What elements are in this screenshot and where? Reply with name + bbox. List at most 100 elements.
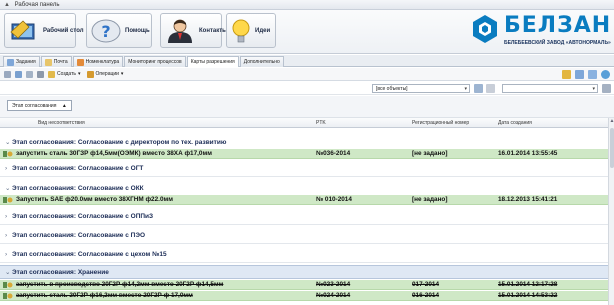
svg-text:?: ? (101, 22, 110, 41)
create-button[interactable]: Создать ▾ (48, 70, 81, 78)
column-header-nonconformity[interactable]: Вид несоответствия (38, 120, 85, 126)
tab-permission-cards[interactable]: Карты разрешения (186, 56, 239, 67)
desktop-icon (9, 18, 39, 44)
vertical-scrollbar[interactable]: ▲ (608, 118, 614, 305)
tab-nomenclature[interactable]: Номенклатура (72, 56, 124, 67)
scroll-up-icon[interactable]: ▲ (609, 118, 614, 125)
contacts-button-label: Контакты (199, 27, 228, 34)
row-regnum: 016-2014 (412, 292, 440, 299)
chevron-down-icon: ▾ (78, 71, 81, 77)
nomenclature-icon (76, 58, 84, 66)
grouping-panel: Этап согласования ▲ (0, 96, 614, 118)
help-button[interactable]: ? Помощь (86, 13, 152, 48)
group-title: Этап согласования: Согласование с директ… (12, 139, 227, 146)
tab-label: Почта (53, 58, 68, 65)
operations-button[interactable]: Операции ▾ (86, 70, 123, 78)
objects-filter-select[interactable]: [все объекты] ▾ (372, 84, 470, 93)
group-by-label: Этап согласования (12, 103, 57, 109)
grid-view-icon[interactable] (26, 70, 33, 78)
column-header-ptk[interactable]: PTK (316, 120, 326, 126)
table-row[interactable]: запустить сталь 30ГЗР ф14,5мм(ОЭМК) вмес… (0, 149, 608, 159)
search-input[interactable]: ▾ (502, 84, 598, 93)
tab-label: Дополнительно (243, 58, 280, 65)
group-header-oppiz[interactable]: › Этап согласования: Согласование с ОППиЗ (0, 208, 608, 225)
chevron-down-icon[interactable]: ⌄ (5, 266, 12, 279)
view-icon[interactable] (575, 70, 584, 79)
tab-tasks[interactable]: Задания (3, 56, 40, 67)
chevron-up-icon[interactable]: ▲ (4, 0, 10, 10)
contacts-button[interactable]: Контакты (160, 13, 227, 48)
row-nonconformity: запустить в производство 20Г2Р ф14,2мм в… (16, 281, 224, 288)
group-header-workshop15[interactable]: › Этап согласования: Согласование с цехом… (0, 246, 608, 263)
row-nonconformity: запустить сталь 20Г2Р ф16,2мм вместо 20Г… (16, 292, 193, 299)
row-regnum: 017-2014 (412, 281, 440, 288)
row-ptk: №024-2014 (316, 292, 351, 299)
brand-subtitle: БЕЛЕБЕЕВСКИЙ ЗАВОД «АВТОНОРМАЛЬ» (504, 40, 611, 46)
table-row[interactable]: запустить в производство 20Г2Р ф14,2мм в… (0, 280, 608, 290)
column-header-regnum[interactable]: Регистрационный номер (412, 120, 469, 126)
group-title: Этап согласования: Согласование с цехом … (12, 251, 167, 258)
row-ptk: №036-2014 (316, 150, 351, 157)
clear-filter-icon[interactable] (486, 84, 495, 93)
operations-icon (86, 70, 94, 78)
operations-label: Операции (95, 71, 119, 77)
filter-row: [все объекты] ▾ ▾ (0, 82, 614, 95)
ideas-button[interactable]: Идеи (226, 13, 276, 48)
row-ptk: № 010-2014 (316, 196, 352, 203)
sync-icon[interactable] (601, 70, 610, 79)
create-icon (48, 70, 55, 78)
chevron-right-icon[interactable]: › (5, 208, 12, 225)
desktop-button-label: Рабочий стол (43, 27, 84, 34)
delete-icon[interactable] (37, 70, 44, 78)
record-icon (3, 196, 13, 204)
brand-name: БЕЛЗАН (504, 13, 612, 38)
group-title: Этап согласования: Согласование с ОППиЗ (12, 213, 154, 220)
row-created: 15.01.2014 14:53:22 (498, 292, 558, 299)
column-header-created[interactable]: Дата создания (498, 120, 532, 126)
chevron-down-icon: ▾ (592, 86, 595, 92)
tab-mail[interactable]: Почта (40, 56, 72, 67)
group-header-ogt[interactable]: › Этап согласования: Согласование с ОГТ (0, 160, 608, 177)
help-icon: ? (91, 18, 121, 44)
ideas-button-label: Идеи (255, 27, 271, 34)
company-logo: БЕЛЗАН БЕЛЕБЕЕВСКИЙ ЗАВОД «АВТОНОРМАЛЬ» (470, 13, 614, 52)
scrollbar-thumb[interactable] (610, 128, 614, 168)
chevron-right-icon[interactable]: › (5, 246, 12, 263)
group-header-peo[interactable]: › Этап согласования: Согласование с ПЭО (0, 227, 608, 244)
table-row[interactable]: запустить сталь 20Г2Р ф16,2мм вместо 20Г… (0, 291, 608, 301)
search-icon[interactable] (474, 84, 483, 93)
column-headers: Вид несоответствия PTK Регистрационный н… (0, 118, 608, 128)
group-title: Этап согласования: Согласование с ОКК (12, 185, 144, 192)
layout-icon[interactable] (588, 70, 597, 79)
group-header-storage[interactable]: ⌄ Этап согласования: Хранение (0, 265, 608, 279)
table-row[interactable]: Запустить SAE ф20.0мм вместо 38ХГНМ ф22.… (0, 195, 608, 205)
row-created: 18.12.2013 15:41:21 (498, 196, 558, 203)
row-nonconformity: Запустить SAE ф20.0мм вместо 38ХГНМ ф22.… (16, 196, 173, 203)
filter-icon[interactable] (602, 84, 611, 93)
tab-additional[interactable]: Дополнительно (239, 56, 284, 67)
mail-icon (44, 58, 52, 66)
refresh-icon[interactable] (4, 70, 11, 78)
record-icon (3, 292, 13, 300)
desktop-button[interactable]: Рабочий стол (4, 13, 84, 48)
chevron-right-icon[interactable]: › (5, 160, 12, 177)
group-by-chip[interactable]: Этап согласования ▲ (7, 100, 72, 111)
panel-caption[interactable]: ▲ Рабочая панель (0, 0, 614, 10)
folder-icon[interactable] (562, 70, 571, 79)
help-button-label: Помощь (125, 27, 150, 34)
row-nonconformity: запустить сталь 30ГЗР ф14,5мм(ОЭМК) вмес… (16, 150, 212, 157)
row-created: 15.01.2014 12:17:28 (498, 281, 558, 288)
records-grid: ⌄ Этап согласования: Согласование с дирек… (0, 129, 608, 305)
app-window: ▲ Рабочая панель Рабочий стол ? Помощь К… (0, 0, 614, 305)
chevron-down-icon: ▾ (464, 86, 467, 92)
toolbar-right (558, 70, 610, 79)
tab-process-monitoring[interactable]: Мониторинг процессов (124, 56, 186, 67)
tab-label: Номенклатура (85, 58, 120, 65)
group-title: Этап согласования: Согласование с ПЭО (12, 232, 146, 239)
objects-filter-value: [все объекты] (376, 86, 408, 92)
chevron-right-icon[interactable]: › (5, 227, 12, 244)
lightbulb-icon (231, 18, 251, 44)
edit-icon[interactable] (15, 70, 22, 78)
tab-label: Карты разрешения (190, 58, 235, 65)
toolbar: Создать ▾ Операции ▾ (0, 68, 614, 81)
